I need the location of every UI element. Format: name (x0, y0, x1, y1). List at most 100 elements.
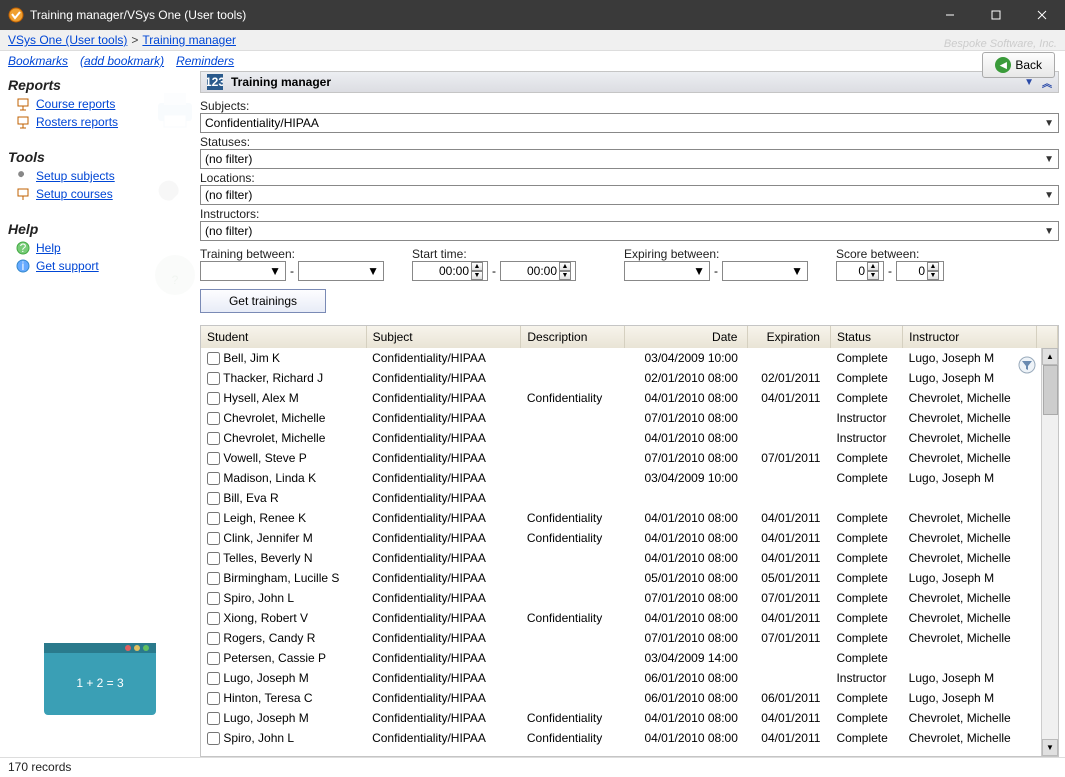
expiring-to-date[interactable]: ▼ (722, 261, 808, 281)
col-date[interactable]: Date (624, 326, 748, 348)
maximize-button[interactable] (973, 0, 1019, 30)
spin-up-icon[interactable]: ▲ (471, 262, 483, 271)
col-status[interactable]: Status (830, 326, 902, 348)
cell-subject: Confidentiality/HIPAA (366, 488, 521, 508)
cell-status: Complete (830, 468, 902, 488)
row-checkbox[interactable] (207, 632, 220, 645)
reminders-link[interactable]: Reminders (176, 54, 234, 68)
scroll-thumb[interactable] (1043, 365, 1058, 415)
table-row[interactable]: Petersen, Cassie PConfidentiality/HIPAA0… (201, 648, 1058, 668)
training-to-date[interactable]: ▼ (298, 261, 384, 281)
row-checkbox[interactable] (207, 592, 220, 605)
breadcrumb-current[interactable]: Training manager (142, 33, 236, 47)
row-checkbox[interactable] (207, 492, 220, 505)
row-checkbox[interactable] (207, 552, 220, 565)
table-row[interactable]: Madison, Linda KConfidentiality/HIPAA03/… (201, 468, 1058, 488)
row-checkbox[interactable] (207, 612, 220, 625)
row-checkbox[interactable] (207, 712, 220, 725)
locations-combo[interactable]: (no filter)▼ (200, 185, 1059, 205)
table-row[interactable]: Chevrolet, MichelleConfidentiality/HIPAA… (201, 428, 1058, 448)
spin-down-icon[interactable]: ▼ (927, 271, 939, 280)
filter-funnel-icon[interactable] (1018, 356, 1036, 377)
table-row[interactable]: Spiro, John LConfidentiality/HIPAAConfid… (201, 728, 1058, 748)
row-checkbox[interactable] (207, 732, 220, 745)
row-checkbox[interactable] (207, 572, 220, 585)
table-row[interactable]: Lugo, Joseph MConfidentiality/HIPAAConfi… (201, 708, 1058, 728)
table-row[interactable]: Chevrolet, MichelleConfidentiality/HIPAA… (201, 408, 1058, 428)
col-description[interactable]: Description (521, 326, 624, 348)
table-row[interactable]: Birmingham, Lucille SConfidentiality/HIP… (201, 568, 1058, 588)
row-checkbox[interactable] (207, 512, 220, 525)
spin-up-icon[interactable]: ▲ (559, 262, 571, 271)
scroll-up-icon[interactable]: ▲ (1042, 348, 1058, 365)
table-row[interactable]: Lugo, Joseph MConfidentiality/HIPAA06/01… (201, 668, 1058, 688)
breadcrumb: VSys One (User tools) > Training manager (0, 30, 1065, 51)
cell-expiration (748, 648, 831, 668)
cell-description (521, 548, 624, 568)
row-checkbox[interactable] (207, 652, 220, 665)
score-to[interactable]: 0▲▼ (896, 261, 944, 281)
table-row[interactable]: Xiong, Robert VConfidentiality/HIPAAConf… (201, 608, 1058, 628)
col-subject[interactable]: Subject (366, 326, 521, 348)
scroll-down-icon[interactable]: ▼ (1042, 739, 1058, 756)
start-time-to[interactable]: 00:00▲▼ (500, 261, 576, 281)
col-extra[interactable] (1037, 326, 1058, 348)
row-checkbox[interactable] (207, 412, 220, 425)
table-row[interactable]: Hysell, Alex MConfidentiality/HIPAAConfi… (201, 388, 1058, 408)
spin-up-icon[interactable]: ▲ (927, 262, 939, 271)
spin-down-icon[interactable]: ▼ (867, 271, 879, 280)
table-row[interactable]: Rogers, Candy RConfidentiality/HIPAA07/0… (201, 628, 1058, 648)
expiring-from-date[interactable]: ▼ (624, 261, 710, 281)
table-row[interactable]: Telles, Beverly NConfidentiality/HIPAA04… (201, 548, 1058, 568)
get-support-link[interactable]: Get support (36, 259, 99, 273)
breadcrumb-root[interactable]: VSys One (User tools) (8, 33, 127, 47)
col-expiration[interactable]: Expiration (748, 326, 831, 348)
row-checkbox[interactable] (207, 432, 220, 445)
table-row[interactable]: Spiro, John LConfidentiality/HIPAA07/01/… (201, 588, 1058, 608)
cell-description (521, 428, 624, 448)
cell-instructor: Lugo, Joseph M (903, 468, 1037, 488)
row-checkbox[interactable] (207, 392, 220, 405)
col-instructor[interactable]: Instructor (903, 326, 1037, 348)
statuses-combo[interactable]: (no filter)▼ (200, 149, 1059, 169)
table-row[interactable]: Vowell, Steve PConfidentiality/HIPAA07/0… (201, 448, 1058, 468)
setup-subjects-link[interactable]: Setup subjects (36, 169, 115, 183)
brand-text: Bespoke Software, Inc. (944, 38, 1057, 50)
back-button[interactable]: ◄ Back (982, 52, 1055, 78)
row-checkbox[interactable] (207, 532, 220, 545)
instructors-combo[interactable]: (no filter)▼ (200, 221, 1059, 241)
table-row[interactable]: Thacker, Richard JConfidentiality/HIPAA0… (201, 368, 1058, 388)
row-checkbox[interactable] (207, 692, 220, 705)
spin-down-icon[interactable]: ▼ (559, 271, 571, 280)
start-time-from[interactable]: 00:00▲▼ (412, 261, 488, 281)
bookmarks-link[interactable]: Bookmarks (8, 54, 68, 68)
vertical-scrollbar[interactable]: ▲ ▼ (1041, 348, 1058, 756)
spin-down-icon[interactable]: ▼ (471, 271, 483, 280)
table-row[interactable]: Bell, Jim KConfidentiality/HIPAA03/04/20… (201, 348, 1058, 368)
row-checkbox[interactable] (207, 672, 220, 685)
add-bookmark-link[interactable]: (add bookmark) (80, 54, 164, 68)
panel-dropdown-icon[interactable]: ▼ (1024, 77, 1034, 88)
table-row[interactable]: Clink, Jennifer MConfidentiality/HIPAACo… (201, 528, 1058, 548)
table-row[interactable]: Leigh, Renee KConfidentiality/HIPAAConfi… (201, 508, 1058, 528)
close-button[interactable] (1019, 0, 1065, 30)
table-row[interactable]: Hinton, Teresa CConfidentiality/HIPAA06/… (201, 688, 1058, 708)
table-row[interactable]: Bill, Eva RConfidentiality/HIPAA (201, 488, 1058, 508)
help-link[interactable]: Help (36, 241, 61, 255)
course-reports-link[interactable]: Course reports (36, 97, 115, 111)
minimize-button[interactable] (927, 0, 973, 30)
score-from[interactable]: 0▲▼ (836, 261, 884, 281)
svg-text:1 + 2 = 3: 1 + 2 = 3 (76, 676, 124, 690)
col-student[interactable]: Student (201, 326, 366, 348)
row-checkbox[interactable] (207, 452, 220, 465)
get-trainings-button[interactable]: Get trainings (200, 289, 326, 313)
setup-courses-link[interactable]: Setup courses (36, 187, 113, 201)
rosters-reports-link[interactable]: Rosters reports (36, 115, 118, 129)
subjects-combo[interactable]: Confidentiality/HIPAA▼ (200, 113, 1059, 133)
row-checkbox[interactable] (207, 352, 220, 365)
row-checkbox[interactable] (207, 372, 220, 385)
cell-description (521, 448, 624, 468)
training-from-date[interactable]: ▼ (200, 261, 286, 281)
row-checkbox[interactable] (207, 472, 220, 485)
spin-up-icon[interactable]: ▲ (867, 262, 879, 271)
